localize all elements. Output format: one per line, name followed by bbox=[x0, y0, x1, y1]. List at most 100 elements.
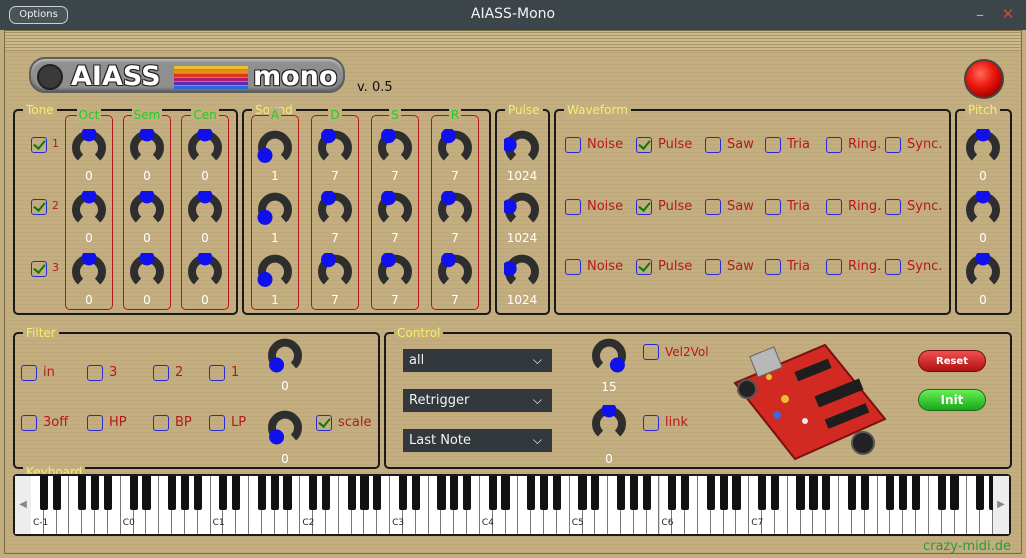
credit-link[interactable]: crazy-midi.de bbox=[923, 539, 1011, 554]
piano-black-key[interactable] bbox=[360, 476, 369, 510]
tone-3-checkbox[interactable] bbox=[31, 261, 47, 277]
piano-black-key[interactable] bbox=[950, 476, 959, 510]
piano-black-key[interactable] bbox=[450, 476, 459, 510]
piano-black-key[interactable] bbox=[642, 476, 651, 510]
filter-in-checkbox[interactable] bbox=[21, 365, 37, 381]
filter-1-checkbox[interactable] bbox=[209, 365, 225, 381]
tone-cen-knob[interactable] bbox=[187, 191, 223, 227]
piano-black-key[interactable] bbox=[219, 476, 228, 510]
waveform-noise-checkbox[interactable] bbox=[565, 259, 581, 275]
waveform-ring-checkbox[interactable] bbox=[826, 259, 842, 275]
piano-black-key[interactable] bbox=[809, 476, 818, 510]
waveform-ring-checkbox[interactable] bbox=[826, 199, 842, 215]
piano-black-key[interactable] bbox=[257, 476, 266, 510]
waveform-saw-checkbox[interactable] bbox=[705, 259, 721, 275]
piano-black-key[interactable] bbox=[822, 476, 831, 510]
piano-black-key[interactable] bbox=[501, 476, 510, 510]
piano-black-key[interactable] bbox=[552, 476, 561, 510]
piano-black-key[interactable] bbox=[270, 476, 279, 510]
piano-black-key[interactable] bbox=[373, 476, 382, 510]
piano-black-key[interactable] bbox=[616, 476, 626, 510]
waveform-sync-checkbox[interactable] bbox=[885, 199, 901, 215]
reset-button[interactable]: Reset bbox=[918, 350, 986, 372]
piano-black-key[interactable] bbox=[309, 476, 318, 510]
tone-sem-knob[interactable] bbox=[129, 253, 165, 289]
piano-black-key[interactable] bbox=[488, 476, 497, 510]
piano-black-key[interactable] bbox=[321, 476, 331, 510]
pulse-width-knob[interactable] bbox=[504, 253, 540, 289]
waveform-tria-checkbox[interactable] bbox=[765, 199, 781, 215]
sound-s-knob[interactable] bbox=[377, 253, 413, 289]
piano-black-key[interactable] bbox=[103, 476, 113, 510]
piano-black-key[interactable] bbox=[911, 476, 921, 510]
waveform-tria-checkbox[interactable] bbox=[765, 137, 781, 153]
sound-d-knob[interactable] bbox=[317, 253, 353, 289]
trigger-mode-dropdown[interactable]: Retrigger ⌵ bbox=[403, 389, 552, 412]
piano-black-key[interactable] bbox=[398, 476, 408, 510]
sound-s-knob[interactable] bbox=[377, 129, 413, 165]
waveform-noise-checkbox[interactable] bbox=[565, 137, 581, 153]
filter-cutoff-knob[interactable] bbox=[267, 337, 303, 373]
piano-black-key[interactable] bbox=[527, 476, 536, 510]
tone-sem-knob[interactable] bbox=[129, 191, 165, 227]
piano-black-key[interactable] bbox=[411, 476, 420, 510]
sound-d-knob[interactable] bbox=[317, 191, 353, 227]
piano-black-key[interactable] bbox=[39, 476, 48, 510]
filter-3-checkbox[interactable] bbox=[87, 365, 103, 381]
tone-2-checkbox[interactable] bbox=[31, 199, 47, 215]
filter-lp-checkbox[interactable] bbox=[209, 415, 225, 431]
tone-oct-knob[interactable] bbox=[71, 253, 107, 289]
channel-dropdown[interactable]: all ⌵ bbox=[403, 349, 552, 372]
piano-black-key[interactable] bbox=[129, 476, 138, 510]
options-button[interactable]: Options bbox=[9, 6, 68, 24]
piano-black-key[interactable] bbox=[347, 476, 356, 510]
piano-black-key[interactable] bbox=[591, 476, 600, 510]
tone-cen-knob[interactable] bbox=[187, 129, 223, 165]
piano-black-key[interactable] bbox=[52, 476, 61, 510]
filter-bp-checkbox[interactable] bbox=[153, 415, 169, 431]
close-icon[interactable]: ✕ bbox=[1000, 5, 1016, 23]
piano-black-key[interactable] bbox=[899, 476, 908, 510]
waveform-saw-checkbox[interactable] bbox=[705, 199, 721, 215]
piano-black-key[interactable] bbox=[860, 476, 869, 510]
piano-black-key[interactable] bbox=[78, 476, 87, 510]
piano-black-key[interactable] bbox=[180, 476, 190, 510]
piano-black-key[interactable] bbox=[681, 476, 690, 510]
waveform-saw-checkbox[interactable] bbox=[705, 137, 721, 153]
keyboard-scroll-left-icon[interactable]: ◀ bbox=[15, 476, 31, 534]
piano-black-key[interactable] bbox=[796, 476, 805, 510]
piano-black-key[interactable] bbox=[668, 476, 677, 510]
note-priority-dropdown[interactable]: Last Note ⌵ bbox=[403, 429, 552, 452]
piano-black-key[interactable] bbox=[167, 476, 177, 510]
piano-black-key[interactable] bbox=[719, 476, 728, 510]
sound-a-knob[interactable] bbox=[257, 191, 293, 227]
link-amount-knob[interactable] bbox=[591, 405, 627, 441]
filter-hp-checkbox[interactable] bbox=[87, 415, 103, 431]
piano-black-key[interactable] bbox=[437, 476, 446, 510]
piano-black-key[interactable] bbox=[232, 476, 241, 510]
filter-scale-checkbox[interactable] bbox=[316, 415, 332, 431]
filter-resonance-knob[interactable] bbox=[267, 409, 303, 445]
piano-black-key[interactable] bbox=[578, 476, 587, 510]
tone-oct-knob[interactable] bbox=[71, 129, 107, 165]
piano-black-key[interactable] bbox=[937, 476, 946, 510]
vel2vol-checkbox[interactable] bbox=[643, 344, 659, 360]
filter-3off-checkbox[interactable] bbox=[21, 415, 37, 431]
sound-a-knob[interactable] bbox=[257, 253, 293, 289]
link-checkbox[interactable] bbox=[643, 415, 659, 431]
pitch-knob[interactable] bbox=[965, 253, 1001, 289]
piano-black-key[interactable] bbox=[193, 476, 202, 510]
waveform-ring-checkbox[interactable] bbox=[826, 137, 842, 153]
piano-black-key[interactable] bbox=[142, 476, 151, 510]
init-button[interactable]: Init bbox=[918, 389, 986, 411]
tone-sem-knob[interactable] bbox=[129, 129, 165, 165]
tone-1-checkbox[interactable] bbox=[31, 137, 47, 153]
piano-black-key[interactable] bbox=[732, 476, 741, 510]
piano-black-key[interactable] bbox=[629, 476, 638, 510]
piano-black-key[interactable] bbox=[770, 476, 780, 510]
waveform-sync-checkbox[interactable] bbox=[885, 137, 901, 153]
pulse-width-knob[interactable] bbox=[504, 129, 540, 165]
sound-s-knob[interactable] bbox=[377, 191, 413, 227]
sound-a-knob[interactable] bbox=[257, 129, 293, 165]
sound-r-knob[interactable] bbox=[437, 253, 473, 289]
